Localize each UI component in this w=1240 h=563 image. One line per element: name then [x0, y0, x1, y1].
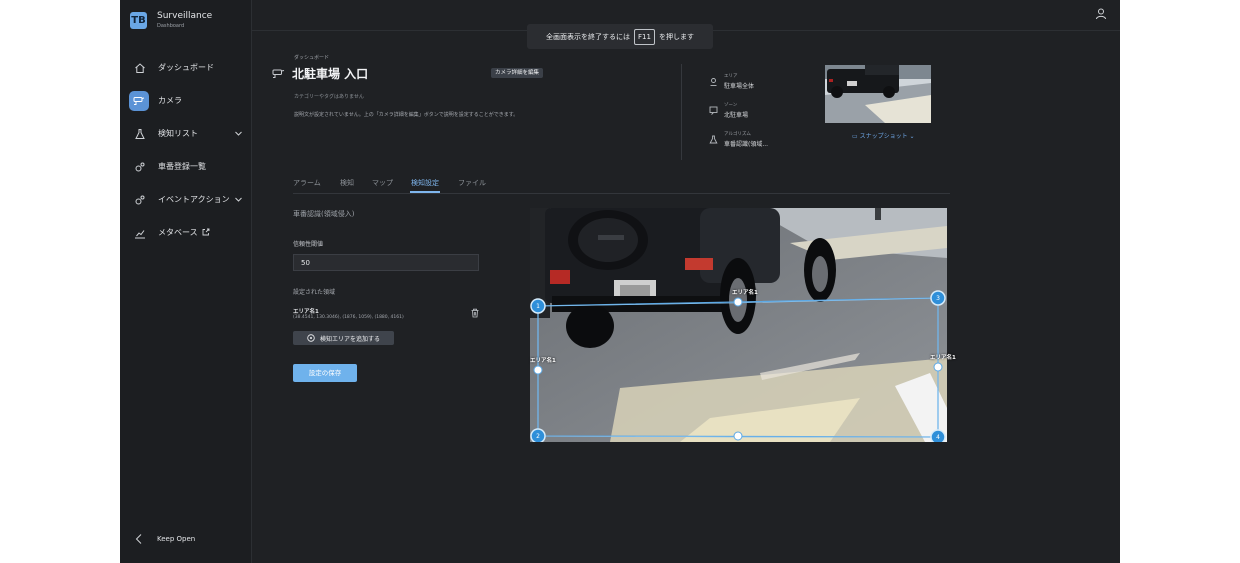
- fullscreen-notice-text: を押します: [658, 32, 694, 41]
- info-value: 北駐車場: [724, 112, 749, 119]
- chevron-down-icon: [235, 131, 242, 136]
- header-divider: [681, 64, 682, 160]
- page-title: 北駐車場 入口: [292, 67, 369, 81]
- camera-frame: 1 2 3 4: [530, 208, 947, 445]
- sidebar-item-label: カメラ: [158, 96, 182, 105]
- region-name: エリア名1: [293, 309, 319, 315]
- info-value: 車番認識(領域...: [724, 141, 769, 148]
- point-3-label: 3: [936, 295, 940, 302]
- camera-icon: ▭: [852, 133, 858, 140]
- camera-snapshot-thumbnail[interactable]: [825, 65, 931, 123]
- tab-alarm[interactable]: アラーム: [293, 178, 321, 188]
- point-2-label: 2: [536, 433, 540, 440]
- category-empty-text: カテゴリーやタグはありません: [294, 94, 364, 100]
- gear-person-icon: [132, 159, 148, 175]
- edit-camera-button[interactable]: カメラ詳細を編集: [491, 68, 544, 78]
- flask-icon: [709, 135, 718, 144]
- zone-icon: [709, 106, 718, 115]
- tab-detection[interactable]: 検知: [340, 178, 354, 188]
- info-key: ゾーン: [724, 103, 738, 108]
- tab-detection-settings[interactable]: 検知設定: [411, 178, 439, 188]
- tab-files[interactable]: ファイル: [458, 178, 486, 188]
- snapshot-label: スナップショット: [859, 133, 908, 140]
- chevron-down-icon: [235, 197, 242, 202]
- keep-open-toggle[interactable]: Keep Open: [120, 530, 251, 550]
- sidebar-item-plate-registry[interactable]: 車番登録一覧: [120, 155, 251, 179]
- threshold-label: 信頼性閾値: [293, 241, 324, 248]
- sidebar-item-dashboard[interactable]: ダッシュボード: [120, 56, 251, 80]
- tab-bar: アラーム 検知 マップ 検知設定 ファイル: [293, 172, 950, 194]
- location-icon: [710, 78, 717, 86]
- brand-subtitle: Dashboard: [157, 23, 185, 29]
- region-tag-top: エリア名1: [732, 290, 758, 296]
- camera-view[interactable]: 1 2 3 4 エリア名1 エリア名1 エリア名1: [530, 208, 956, 445]
- keep-open-label: Keep Open: [157, 535, 196, 543]
- regions-label: 設定された領域: [293, 289, 336, 296]
- breadcrumb[interactable]: ダッシュボード: [294, 54, 329, 61]
- point-4-label: 4: [936, 434, 940, 441]
- app-window: TB Surveillance Dashboard ダッシュボード カメラ 検知…: [120, 0, 1120, 563]
- add-area-label: 検知エリアを追加する: [319, 335, 380, 343]
- region-tag-right: エリア名1: [930, 355, 956, 361]
- f11-key: F11: [634, 28, 655, 45]
- chevron-left-icon: [135, 534, 142, 544]
- region-tag-left: エリア名1: [530, 358, 556, 364]
- save-settings-button[interactable]: 設定の保存: [293, 364, 357, 382]
- region-coords: (38.4541, 130.3046), (1876, 1059), (1880…: [293, 315, 404, 320]
- chevron-down-icon: ⌄: [909, 133, 915, 140]
- camera-icon: [272, 69, 285, 78]
- info-key: エリア: [724, 74, 738, 79]
- sidebar-item-label: 検知リスト: [158, 129, 198, 138]
- add-area-button[interactable]: 検知エリアを追加する: [293, 331, 394, 345]
- tab-map[interactable]: マップ: [372, 178, 393, 188]
- user-icon[interactable]: [1094, 7, 1108, 21]
- camera-description: 説明文が設定されていません。上の「カメラ詳細を編集」ボタンで説明を設定することが…: [294, 112, 519, 118]
- sidebar-item-event-action[interactable]: イベントアクション: [120, 188, 251, 212]
- brand-logo: TB: [130, 12, 147, 29]
- active-tab-indicator: [410, 191, 440, 193]
- external-link-icon: [202, 228, 210, 236]
- plus-circle-icon: [307, 334, 315, 342]
- sidebar: TB Surveillance Dashboard ダッシュボード カメラ 検知…: [120, 0, 252, 563]
- threshold-input[interactable]: [293, 254, 479, 271]
- fullscreen-notice-text: 全画面表示を終了するには: [546, 32, 631, 41]
- brand-title: Surveillance: [157, 11, 213, 21]
- sidebar-item-label: イベントアクション: [158, 195, 230, 204]
- sidebar-item-label: ダッシュボード: [158, 63, 214, 72]
- gear-person-icon: [132, 192, 148, 208]
- sidebar-item-label: 車番登録一覧: [158, 162, 206, 171]
- camera-icon: [129, 91, 149, 111]
- info-value: 駐車場全体: [724, 83, 755, 90]
- sidebar-item-camera[interactable]: カメラ: [120, 89, 251, 113]
- home-icon: [132, 60, 148, 76]
- snapshot-dropdown[interactable]: ▭ スナップショット ⌄: [852, 131, 915, 140]
- sidebar-item-metabase[interactable]: メタベース: [120, 221, 251, 245]
- trash-icon[interactable]: [470, 308, 480, 318]
- flask-icon: [132, 126, 148, 142]
- sidebar-item-label: メタベース: [158, 228, 198, 237]
- chart-icon: [132, 225, 148, 241]
- section-title: 車番認識(領域侵入): [293, 210, 355, 218]
- info-key: アルゴリズム: [724, 132, 751, 137]
- fullscreen-notice: 全画面表示を終了するには F11 を押します: [527, 24, 713, 49]
- point-1-label: 1: [536, 303, 540, 310]
- sidebar-item-detection-list[interactable]: 検知リスト: [120, 122, 251, 146]
